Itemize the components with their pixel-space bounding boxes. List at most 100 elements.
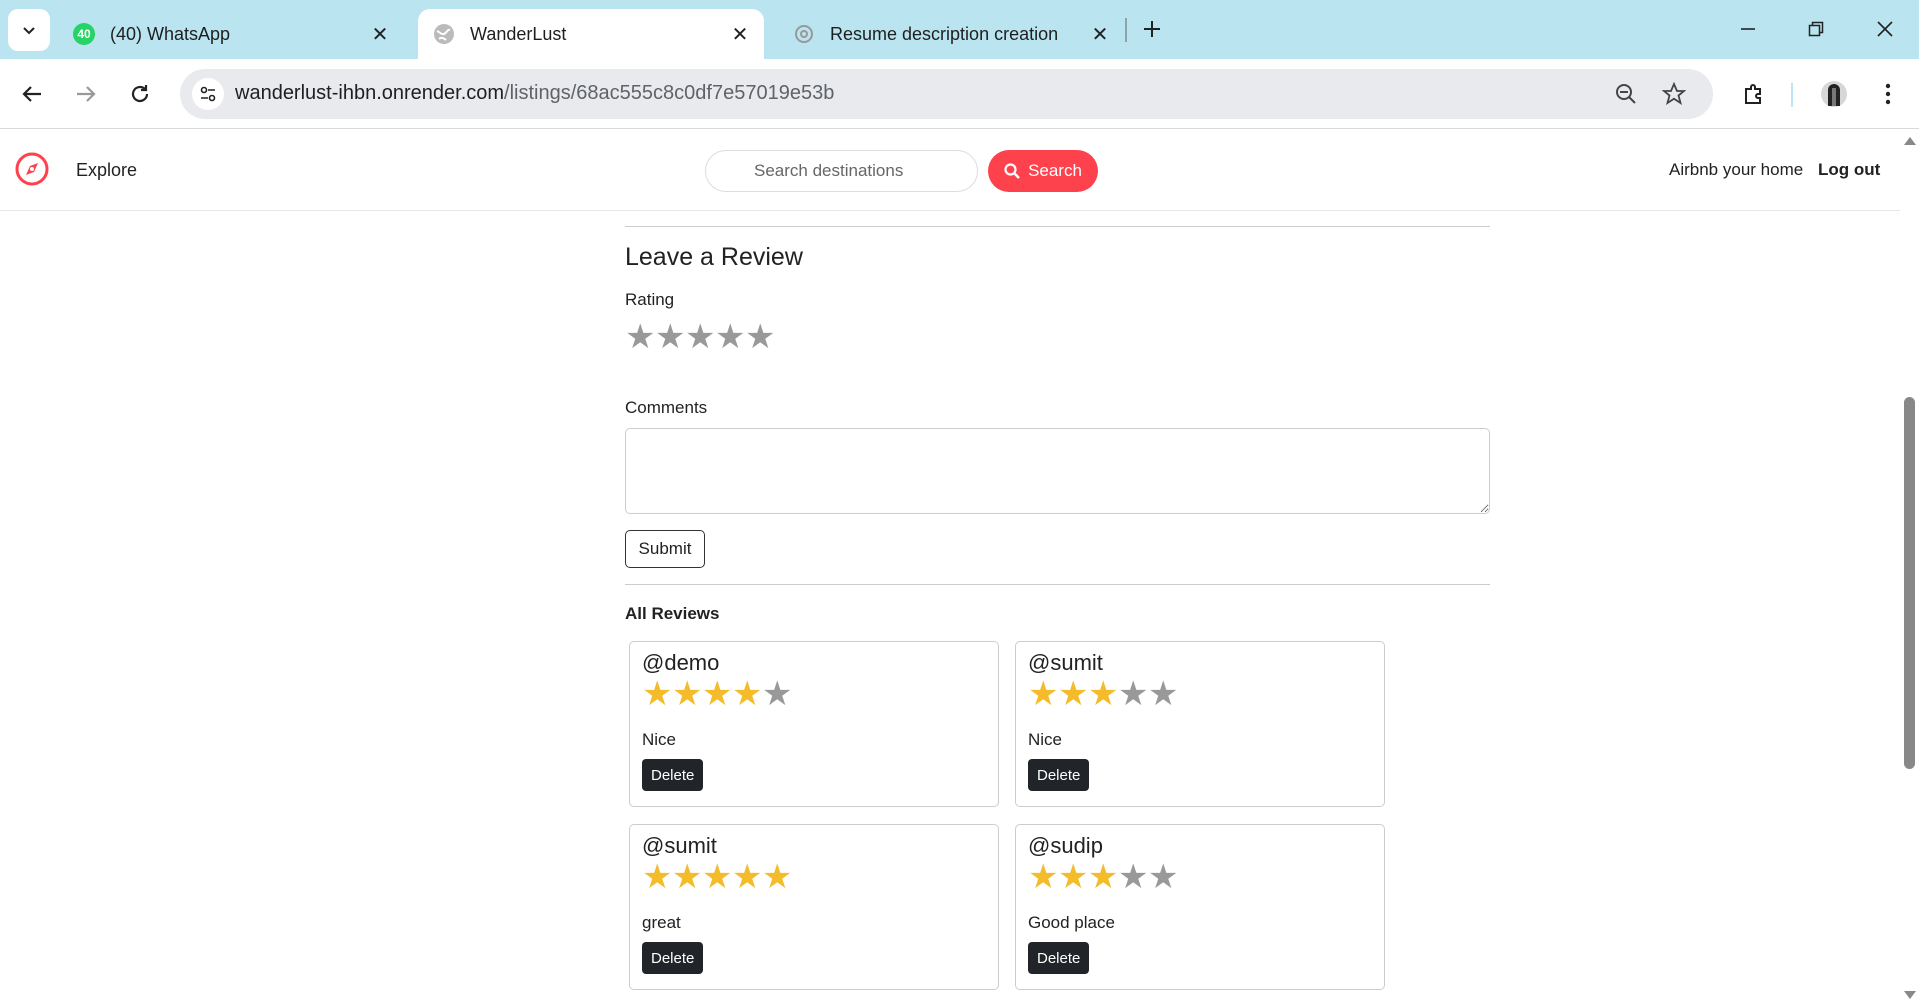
star-filled-icon: ★ <box>1088 858 1119 896</box>
star-empty-icon[interactable]: ★ <box>745 320 775 354</box>
zoom-button[interactable] <box>1612 80 1640 108</box>
kebab-menu-icon <box>1885 83 1891 105</box>
bookmark-button[interactable] <box>1660 80 1688 108</box>
scroll-down-arrow[interactable] <box>1904 991 1916 999</box>
review-card: @sudip ★ ★ ★ ★ ★ Good place Delete <box>1015 824 1385 990</box>
search-button[interactable]: Search <box>988 150 1098 192</box>
tab-divider <box>1125 18 1127 42</box>
tab-resume[interactable]: Resume description creation ✕ <box>778 9 1124 59</box>
destination-search-input[interactable] <box>705 150 978 192</box>
minimize-button[interactable] <box>1731 12 1765 46</box>
star-filled-icon: ★ <box>1028 858 1059 896</box>
minimize-icon <box>1741 28 1755 30</box>
star-filled-icon: ★ <box>1088 675 1119 713</box>
star-empty-icon[interactable]: ★ <box>655 320 685 354</box>
comments-textarea[interactable] <box>625 428 1490 514</box>
site-info-icon[interactable] <box>192 78 224 110</box>
puzzle-icon <box>1745 84 1761 104</box>
browser-toolbar: wanderlust-ihbn.onrender.com/listings/68… <box>0 59 1919 129</box>
arrow-right-icon <box>77 86 96 102</box>
menu-button[interactable] <box>1870 76 1906 112</box>
search-button-label: Search <box>1028 161 1082 180</box>
url-host: wanderlust-ihbn.onrender.com <box>235 82 505 104</box>
compass-icon[interactable] <box>14 151 50 187</box>
star-filled-icon: ★ <box>1058 675 1089 713</box>
restore-icon <box>1808 21 1824 37</box>
globe-icon <box>432 22 456 46</box>
review-comment: Nice <box>642 730 677 749</box>
review-card: @sumit ★ ★ ★ ★ ★ great Delete <box>629 824 999 990</box>
review-comment: great <box>642 913 681 932</box>
new-tab-button[interactable] <box>1137 14 1167 44</box>
whatsapp-icon: 40 <box>72 22 96 46</box>
tab-search-button[interactable] <box>8 9 50 51</box>
plus-icon <box>1144 21 1160 37</box>
close-tab-icon[interactable]: ✕ <box>1088 22 1112 46</box>
star-filled-icon: ★ <box>1058 858 1089 896</box>
tab-title: Resume description creation <box>830 23 1059 44</box>
star-empty-icon: ★ <box>762 675 793 713</box>
review-stars: ★ ★ ★ ★ ★ <box>1028 860 1178 894</box>
back-button[interactable] <box>14 76 50 112</box>
submit-button[interactable]: Submit <box>625 530 705 568</box>
toolbar-divider <box>1791 83 1793 107</box>
rating-label: Rating <box>625 290 675 309</box>
close-tab-icon[interactable]: ✕ <box>368 22 392 46</box>
tab-strip: 40 (40) WhatsApp ✕ WanderLust ✕ Resume d… <box>0 0 1919 59</box>
star-empty-icon[interactable]: ★ <box>625 320 655 354</box>
logout-link[interactable]: Log out <box>1818 160 1880 180</box>
star-filled-icon: ★ <box>702 675 733 713</box>
star-filled-icon: ★ <box>1028 675 1059 713</box>
close-window-button[interactable] <box>1868 12 1902 46</box>
review-form-title: Leave a Review <box>625 243 803 271</box>
tab-title: (40) WhatsApp <box>110 23 231 44</box>
star-empty-icon[interactable]: ★ <box>715 320 745 354</box>
arrow-left-icon <box>22 86 41 102</box>
host-link[interactable]: Airbnb your home <box>1669 160 1803 180</box>
url-path: /listings/68ac555c8c0df7e57019e53b <box>504 82 835 104</box>
url-text[interactable]: wanderlust-ihbn.onrender.com/listings/68… <box>235 82 834 105</box>
star-empty-icon: ★ <box>1148 858 1179 896</box>
star-filled-icon: ★ <box>732 858 763 896</box>
close-tab-icon[interactable]: ✕ <box>728 22 752 46</box>
review-comment: Good place <box>1028 913 1115 932</box>
openai-icon <box>792 22 816 46</box>
zoom-out-icon <box>1616 84 1636 104</box>
reload-icon <box>131 85 149 103</box>
address-bar[interactable]: wanderlust-ihbn.onrender.com/listings/68… <box>180 69 1713 119</box>
section-divider <box>625 584 1490 585</box>
delete-review-button[interactable]: Delete <box>642 759 704 791</box>
reload-button[interactable] <box>122 76 158 112</box>
site-navbar: Explore Search Airbnb your home Log out <box>0 129 1900 211</box>
extensions-button[interactable] <box>1736 76 1772 112</box>
star-filled-icon: ★ <box>672 858 703 896</box>
review-card: @sumit ★ ★ ★ ★ ★ Nice Delete <box>1015 641 1385 807</box>
rating-star-input[interactable]: ★ ★ ★ ★ ★ <box>625 320 775 354</box>
scroll-up-arrow[interactable] <box>1904 137 1916 145</box>
comments-label: Comments <box>625 398 708 417</box>
svg-text:40: 40 <box>77 27 91 41</box>
restore-button[interactable] <box>1799 12 1833 46</box>
forward-button[interactable] <box>68 76 104 112</box>
profile-avatar[interactable] <box>1816 76 1852 112</box>
star-filled-icon: ★ <box>642 675 673 713</box>
tab-whatsapp[interactable]: 40 (40) WhatsApp ✕ <box>58 9 404 59</box>
avatar-icon <box>1821 81 1847 107</box>
review-stars: ★ ★ ★ ★ ★ <box>1028 677 1178 711</box>
review-author: @sumit <box>642 833 717 858</box>
page-scrollbar[interactable] <box>1900 129 1919 1002</box>
delete-review-button[interactable]: Delete <box>1028 942 1090 974</box>
review-card: @demo ★ ★ ★ ★ ★ Nice Delete <box>629 641 999 807</box>
tab-title: WanderLust <box>470 23 567 44</box>
explore-link[interactable]: Explore <box>76 160 137 181</box>
scroll-thumb[interactable] <box>1904 397 1915 769</box>
delete-review-button[interactable]: Delete <box>642 942 704 974</box>
delete-review-button[interactable]: Delete <box>1028 759 1090 791</box>
star-empty-icon[interactable]: ★ <box>685 320 715 354</box>
star-filled-icon: ★ <box>702 858 733 896</box>
review-author: @demo <box>642 650 720 675</box>
star-empty-icon: ★ <box>1118 675 1149 713</box>
tab-wanderlust[interactable]: WanderLust ✕ <box>418 9 764 59</box>
review-stars: ★ ★ ★ ★ ★ <box>642 860 792 894</box>
review-comment: Nice <box>1028 730 1063 749</box>
